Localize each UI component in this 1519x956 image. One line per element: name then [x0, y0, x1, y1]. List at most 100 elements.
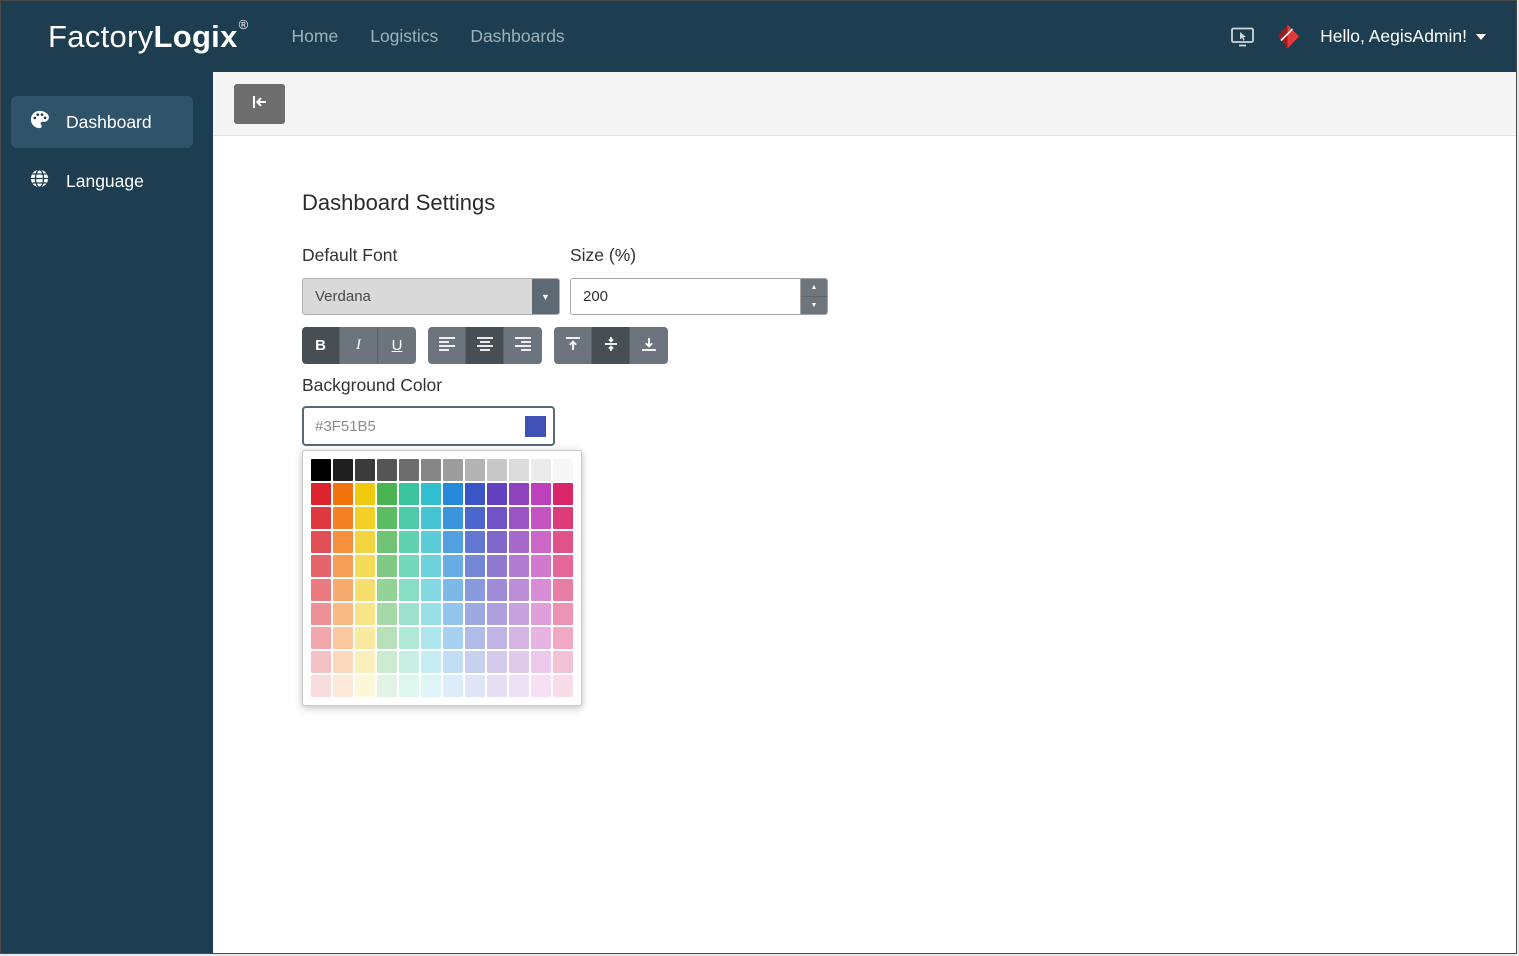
palette-swatch[interactable]	[311, 627, 331, 649]
chevron-down-icon[interactable]: ▼	[532, 279, 559, 314]
display-icon[interactable]	[1230, 26, 1255, 48]
palette-swatch[interactable]	[509, 579, 529, 601]
palette-swatch[interactable]	[311, 651, 331, 673]
palette-swatch[interactable]	[355, 579, 375, 601]
size-input[interactable]	[571, 279, 800, 314]
palette-swatch[interactable]	[487, 483, 507, 505]
sidebar-item-language[interactable]: Language	[11, 155, 193, 207]
palette-swatch[interactable]	[399, 483, 419, 505]
palette-swatch[interactable]	[531, 483, 551, 505]
palette-swatch[interactable]	[421, 483, 441, 505]
palette-swatch[interactable]	[509, 555, 529, 577]
palette-swatch[interactable]	[333, 555, 353, 577]
palette-swatch[interactable]	[355, 459, 375, 481]
palette-swatch[interactable]	[377, 459, 397, 481]
palette-swatch[interactable]	[531, 579, 551, 601]
palette-swatch[interactable]	[443, 651, 463, 673]
palette-swatch[interactable]	[333, 579, 353, 601]
palette-swatch[interactable]	[421, 603, 441, 625]
palette-swatch[interactable]	[333, 675, 353, 697]
palette-swatch[interactable]	[553, 459, 573, 481]
color-value-input[interactable]	[313, 417, 519, 436]
palette-swatch[interactable]	[421, 555, 441, 577]
user-menu[interactable]: Hello, AegisAdmin!	[1320, 26, 1486, 47]
palette-swatch[interactable]	[531, 675, 551, 697]
palette-swatch[interactable]	[355, 603, 375, 625]
palette-swatch[interactable]	[553, 627, 573, 649]
palette-swatch[interactable]	[465, 483, 485, 505]
palette-swatch[interactable]	[465, 507, 485, 529]
palette-swatch[interactable]	[509, 627, 529, 649]
palette-swatch[interactable]	[377, 483, 397, 505]
font-select[interactable]: Verdana ▼	[302, 278, 560, 315]
palette-swatch[interactable]	[509, 531, 529, 553]
palette-swatch[interactable]	[421, 651, 441, 673]
palette-swatch[interactable]	[443, 675, 463, 697]
palette-swatch[interactable]	[487, 675, 507, 697]
palette-swatch[interactable]	[333, 507, 353, 529]
palette-swatch[interactable]	[377, 507, 397, 529]
palette-swatch[interactable]	[421, 459, 441, 481]
palette-swatch[interactable]	[399, 555, 419, 577]
palette-swatch[interactable]	[311, 579, 331, 601]
palette-swatch[interactable]	[553, 507, 573, 529]
background-color-input[interactable]	[302, 406, 555, 446]
italic-button[interactable]: I	[340, 327, 378, 364]
palette-swatch[interactable]	[465, 675, 485, 697]
palette-swatch[interactable]	[399, 531, 419, 553]
palette-swatch[interactable]	[531, 627, 551, 649]
palette-swatch[interactable]	[487, 627, 507, 649]
palette-swatch[interactable]	[531, 555, 551, 577]
palette-swatch[interactable]	[421, 507, 441, 529]
palette-swatch[interactable]	[443, 603, 463, 625]
palette-swatch[interactable]	[421, 627, 441, 649]
palette-swatch[interactable]	[333, 603, 353, 625]
palette-swatch[interactable]	[443, 627, 463, 649]
bold-button[interactable]: B	[302, 327, 340, 364]
palette-swatch[interactable]	[487, 531, 507, 553]
palette-swatch[interactable]	[421, 579, 441, 601]
palette-swatch[interactable]	[443, 507, 463, 529]
palette-swatch[interactable]	[465, 555, 485, 577]
palette-swatch[interactable]	[377, 555, 397, 577]
palette-swatch[interactable]	[377, 651, 397, 673]
palette-swatch[interactable]	[355, 507, 375, 529]
palette-swatch[interactable]	[377, 603, 397, 625]
palette-swatch[interactable]	[465, 579, 485, 601]
palette-swatch[interactable]	[377, 579, 397, 601]
palette-swatch[interactable]	[553, 603, 573, 625]
underline-button[interactable]: U	[378, 327, 416, 364]
palette-swatch[interactable]	[377, 531, 397, 553]
collapse-sidebar-button[interactable]	[234, 84, 285, 124]
palette-swatch[interactable]	[355, 627, 375, 649]
palette-swatch[interactable]	[531, 531, 551, 553]
align-center-button[interactable]	[466, 327, 504, 364]
palette-swatch[interactable]	[553, 675, 573, 697]
valign-center-button[interactable]	[592, 327, 630, 364]
palette-swatch[interactable]	[509, 651, 529, 673]
palette-swatch[interactable]	[553, 651, 573, 673]
palette-swatch[interactable]	[421, 531, 441, 553]
palette-swatch[interactable]	[509, 507, 529, 529]
palette-swatch[interactable]	[487, 651, 507, 673]
palette-swatch[interactable]	[399, 627, 419, 649]
sidebar-item-dashboard[interactable]: Dashboard	[11, 96, 193, 148]
palette-swatch[interactable]	[465, 651, 485, 673]
palette-swatch[interactable]	[311, 483, 331, 505]
palette-swatch[interactable]	[487, 555, 507, 577]
palette-swatch[interactable]	[443, 531, 463, 553]
palette-swatch[interactable]	[333, 531, 353, 553]
palette-swatch[interactable]	[355, 651, 375, 673]
palette-swatch[interactable]	[553, 579, 573, 601]
palette-swatch[interactable]	[311, 531, 331, 553]
palette-swatch[interactable]	[465, 531, 485, 553]
palette-swatch[interactable]	[443, 579, 463, 601]
palette-swatch[interactable]	[531, 459, 551, 481]
palette-swatch[interactable]	[531, 651, 551, 673]
nav-dashboards[interactable]: Dashboards	[470, 26, 564, 47]
palette-swatch[interactable]	[311, 675, 331, 697]
palette-swatch[interactable]	[487, 579, 507, 601]
palette-swatch[interactable]	[399, 579, 419, 601]
palette-swatch[interactable]	[333, 627, 353, 649]
palette-swatch[interactable]	[443, 555, 463, 577]
